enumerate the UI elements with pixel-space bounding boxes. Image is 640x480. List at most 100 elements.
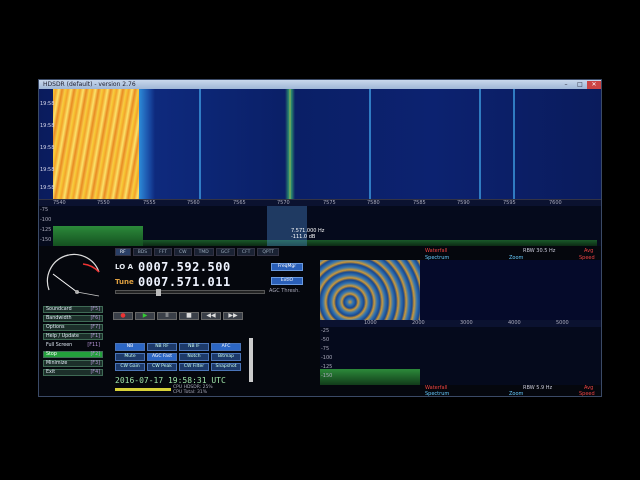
agc-threshold-label: AGC Thresh.	[269, 288, 300, 294]
extio-button[interactable]: ExtIO	[271, 277, 303, 285]
audio-controls-bottom: Waterfall RBW 5.9 Hz Avg Spectrum Zoom S…	[320, 385, 601, 397]
nb-button[interactable]: NB	[115, 343, 145, 351]
tab-cw[interactable]: CW	[174, 248, 192, 256]
waterfall-signal-line	[199, 89, 201, 199]
lo-frequency-value[interactable]: 0007.592.500	[138, 260, 231, 274]
tune-frequency-value[interactable]: 0007.571.011	[138, 275, 231, 289]
notch-button[interactable]: Notch	[179, 353, 209, 361]
dsp-mode-buttons: NB NB RF NB IF AFC Mute AGC Fast Notch B…	[115, 343, 241, 371]
lo-label: LO A	[115, 263, 134, 271]
pause-button[interactable]: II	[157, 312, 177, 320]
cursor-readout: 7.571.000 Hz -111.0 dB	[291, 228, 324, 240]
menu-key: [F7]	[90, 325, 100, 330]
rbw-bottom-label: RBW 5.9 Hz	[523, 385, 553, 391]
forward-button[interactable]: ▶▶	[223, 312, 243, 320]
soundcard-button[interactable]: Soundcard [F5]	[43, 306, 103, 313]
audio-waterfall[interactable]	[320, 260, 601, 320]
cw-filter-button[interactable]: CW Filter	[179, 363, 209, 371]
mute-button[interactable]: Mute	[115, 353, 145, 361]
full-screen-button[interactable]: Full Screen [F11]	[43, 342, 103, 349]
stop-transport-button[interactable]: ■	[179, 312, 199, 320]
tab-qptt[interactable]: QPTT	[257, 248, 280, 256]
tab-fft[interactable]: FFT	[154, 248, 172, 256]
audio-spectrum-fill	[320, 369, 420, 385]
tab-tmd[interactable]: TMD	[193, 248, 214, 256]
frequency-scale[interactable]: 7540 7550 7555 7560 7565 7570 7575 7580 …	[39, 199, 601, 206]
play-button[interactable]: ▶	[135, 312, 155, 320]
rewind-button[interactable]: ◀◀	[201, 312, 221, 320]
audio-ylabel: -50	[321, 337, 330, 343]
waterfall-hot-band	[53, 89, 143, 199]
afc-button[interactable]: AFC	[211, 343, 241, 351]
options-button[interactable]: Options [F7]	[43, 324, 103, 331]
audio-ylabel: -25	[321, 328, 330, 334]
title-bar[interactable]: HDSDR (default) - version 2.76 – □ ✕	[39, 80, 601, 89]
snapshot-button[interactable]: Snapshot	[211, 363, 241, 371]
bitmap-button[interactable]: Bitmap	[211, 353, 241, 361]
audio-spectrum-label: Spectrum	[425, 391, 450, 397]
nb-if-button[interactable]: NB IF	[179, 343, 209, 351]
rbw-top-label: RBW 30.5 Hz	[523, 248, 556, 254]
nb-rf-button[interactable]: NB RF	[147, 343, 177, 351]
hdsdr-window: HDSDR (default) - version 2.76 – □ ✕ 19:…	[38, 79, 602, 397]
audio-freq-tick: 4000	[508, 320, 521, 326]
menu-key: [F11]	[87, 343, 100, 348]
filter-passband[interactable]	[267, 206, 307, 246]
spectrum-peak-band	[53, 226, 143, 246]
lo-frequency: LO A 0007.592.500	[115, 260, 231, 274]
tab-gcf[interactable]: GCF	[215, 248, 235, 256]
cw-peak-button[interactable]: CW Peak	[147, 363, 177, 371]
menu-label: Options	[46, 325, 65, 330]
main-waterfall[interactable]	[39, 89, 601, 199]
menu-label: Minimize	[46, 361, 68, 366]
menu-label: Soundcard	[46, 307, 72, 312]
tab-cft[interactable]: CFT	[236, 248, 256, 256]
waterfall-signal-line	[369, 89, 371, 199]
audio-zoom-label: Zoom	[509, 391, 524, 397]
help-update-button[interactable]: Help / Update [F1]	[43, 333, 103, 340]
stop-button[interactable]: Stop [F2]	[43, 351, 103, 358]
waterfall-signal-line	[513, 89, 515, 199]
close-icon[interactable]: ✕	[587, 80, 601, 89]
audio-freq-tick: 3000	[460, 320, 473, 326]
spectrum-ylabel: -150	[40, 237, 52, 243]
menu-key: [F5]	[90, 307, 100, 312]
window-title: HDSDR (default) - version 2.76	[43, 81, 136, 88]
audio-speed-label: Speed	[579, 391, 595, 397]
exit-button[interactable]: Exit [F4]	[43, 369, 103, 376]
date-time-display: 2016-07-17 19:58:31 UTC	[115, 376, 226, 385]
cpu-total: CPU Total: 31%	[173, 390, 208, 395]
volume-slider[interactable]	[249, 338, 253, 382]
main-spectrum[interactable]: -75 -100 -125 -150 7.571.000 Hz -111.0 d…	[39, 206, 601, 246]
audio-spectrum[interactable]: -25 -50 -75 -100 -125 -150	[320, 327, 601, 385]
agc-fast-button[interactable]: AGC Fast	[147, 353, 177, 361]
audio-frequency-scale: 1000 2000 3000 4000 5000	[320, 320, 601, 327]
cw-gain-button[interactable]: CW Gain	[115, 363, 145, 371]
record-button[interactable]: ●	[113, 312, 133, 320]
freqmgr-button[interactable]: FreqMgr	[271, 263, 303, 271]
maximize-icon[interactable]: □	[573, 81, 587, 89]
tab-rf[interactable]: RF	[115, 248, 131, 256]
menu-key: [F1]	[90, 334, 100, 339]
menu-label: Bandwidth	[46, 316, 72, 321]
transport-controls: ● ▶ II ■ ◀◀ ▶▶	[113, 312, 243, 320]
tab-bds[interactable]: BDS	[132, 248, 153, 256]
agc-slider-handle[interactable]	[156, 289, 161, 296]
menu-key: [F2]	[90, 352, 100, 357]
volume-level-bar	[115, 388, 171, 391]
menu-key: [F3]	[90, 361, 100, 366]
spectrum-ylabel: -75	[40, 207, 49, 213]
agc-threshold-slider[interactable]	[115, 289, 265, 296]
audio-ylabel: -100	[321, 355, 333, 361]
tune-label: Tune	[115, 278, 134, 286]
audio-ylabel: -125	[321, 364, 333, 370]
cpu-usage: CPU HDSDR: 25% CPU Total: 31%	[173, 385, 213, 395]
time-label: 19:58	[40, 101, 55, 107]
audio-waterfall-signal	[320, 260, 420, 320]
tune-frequency: Tune 0007.571.011	[115, 275, 231, 289]
minimize-button[interactable]: Minimize [F3]	[43, 360, 103, 367]
bandwidth-button[interactable]: Bandwidth [F6]	[43, 315, 103, 322]
minimize-icon[interactable]: –	[559, 81, 573, 89]
menu-label: Stop	[46, 352, 57, 357]
cursor-level: -111.0 dB	[291, 234, 316, 240]
